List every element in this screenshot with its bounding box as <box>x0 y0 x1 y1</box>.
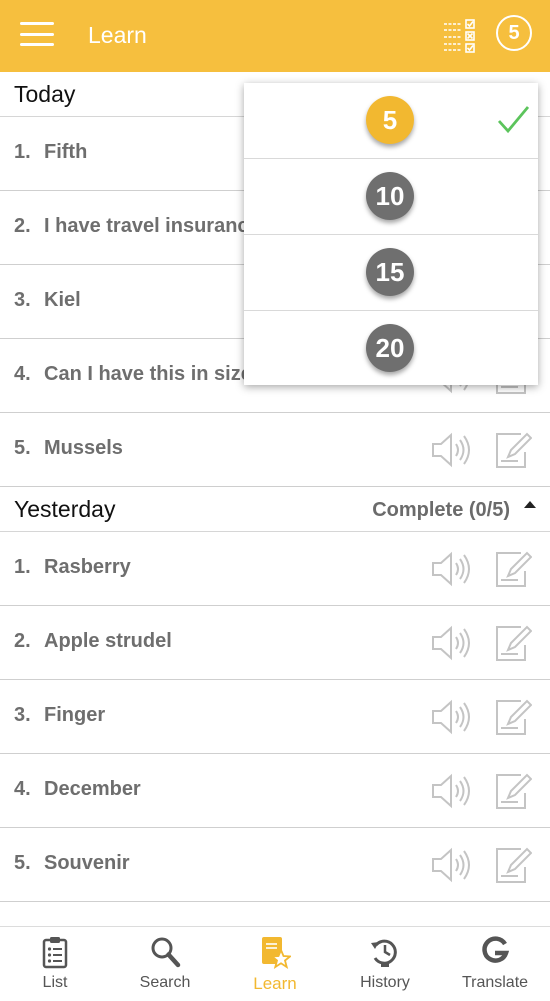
list-item[interactable]: 3. Finger <box>0 680 550 754</box>
speaker-icon[interactable] <box>430 698 474 736</box>
edit-icon[interactable] <box>494 771 533 811</box>
item-number: 1. <box>14 556 31 578</box>
option-value: 20 <box>366 324 414 372</box>
item-text: Can I have this in size <box>44 363 252 385</box>
edit-icon[interactable] <box>494 549 533 589</box>
nav-label: List <box>42 974 68 991</box>
page-title: Learn <box>88 22 147 48</box>
dropdown-option[interactable]: 20 <box>244 311 538 386</box>
history-icon <box>371 939 397 967</box>
word-count-badge[interactable]: 5 <box>496 15 532 51</box>
option-value: 15 <box>366 248 414 296</box>
nav-label: Search <box>139 974 191 991</box>
item-text: Mussels <box>44 437 123 459</box>
edit-icon[interactable] <box>494 845 533 885</box>
item-number: 1. <box>14 141 31 163</box>
item-text: Souvenir <box>44 852 130 874</box>
list-item[interactable]: 5. Souvenir <box>0 828 550 902</box>
nav-label: Translate <box>461 974 529 991</box>
option-value: 5 <box>366 96 414 144</box>
nav-list[interactable]: List <box>0 927 110 1001</box>
item-text: Fifth <box>44 141 88 163</box>
section-title: Yesterday <box>14 496 116 522</box>
menu-icon[interactable] <box>20 22 54 46</box>
item-text: Rasberry <box>44 556 131 578</box>
item-text: Apple strudel <box>44 630 172 652</box>
nav-label: Learn <box>253 974 297 993</box>
item-text: Finger <box>44 704 106 726</box>
edit-icon[interactable] <box>494 623 533 663</box>
list-icon <box>42 937 68 969</box>
speaker-icon[interactable] <box>430 624 474 662</box>
edit-icon[interactable] <box>494 697 533 737</box>
dropdown-option[interactable]: 5 <box>244 83 538 159</box>
bottom-navigation: List Search Learn History Translate <box>0 926 550 1001</box>
speaker-icon[interactable] <box>430 846 474 884</box>
section-header-yesterday[interactable]: Yesterday Complete (0/5) <box>0 487 550 532</box>
check-icon <box>497 106 530 134</box>
nav-learn[interactable]: Learn <box>220 927 330 1001</box>
search-icon <box>151 937 181 968</box>
item-text: Kiel <box>44 289 81 311</box>
item-number: 5. <box>14 437 31 459</box>
completion-status: Complete (0/5) <box>372 499 510 521</box>
nav-translate[interactable]: Translate <box>440 927 550 1001</box>
item-number: 3. <box>14 289 31 311</box>
speaker-icon[interactable] <box>430 772 474 810</box>
list-item[interactable]: 1. Rasberry <box>0 532 550 606</box>
item-number: 4. <box>14 363 31 385</box>
speaker-icon[interactable] <box>430 550 474 588</box>
option-value: 10 <box>366 172 414 220</box>
dropdown-option[interactable]: 10 <box>244 159 538 235</box>
item-text: I have travel insurance. <box>44 215 266 237</box>
item-number: 2. <box>14 630 31 652</box>
list-item[interactable]: 4. December <box>0 754 550 828</box>
dropdown-option[interactable]: 15 <box>244 235 538 311</box>
checklist-icon[interactable] <box>442 17 478 53</box>
item-number: 3. <box>14 704 31 726</box>
translate-icon <box>482 936 510 963</box>
learn-icon <box>262 937 291 969</box>
nav-search[interactable]: Search <box>110 927 220 1001</box>
list-item[interactable]: 2. Apple strudel <box>0 606 550 680</box>
list-item[interactable]: 5. Mussels <box>0 413 550 487</box>
edit-icon[interactable] <box>494 430 533 470</box>
item-number: 2. <box>14 215 31 237</box>
collapse-caret-icon[interactable] <box>524 501 536 508</box>
item-number: 5. <box>14 852 31 874</box>
item-number: 4. <box>14 778 31 800</box>
app-bar: Learn 5 <box>0 0 550 72</box>
speaker-icon[interactable] <box>430 431 474 469</box>
word-count-dropdown: 5 10 15 20 <box>244 83 538 385</box>
nav-label: History <box>360 974 410 991</box>
section-title: Today <box>14 81 76 107</box>
nav-history[interactable]: History <box>330 927 440 1001</box>
item-text: December <box>44 778 141 800</box>
